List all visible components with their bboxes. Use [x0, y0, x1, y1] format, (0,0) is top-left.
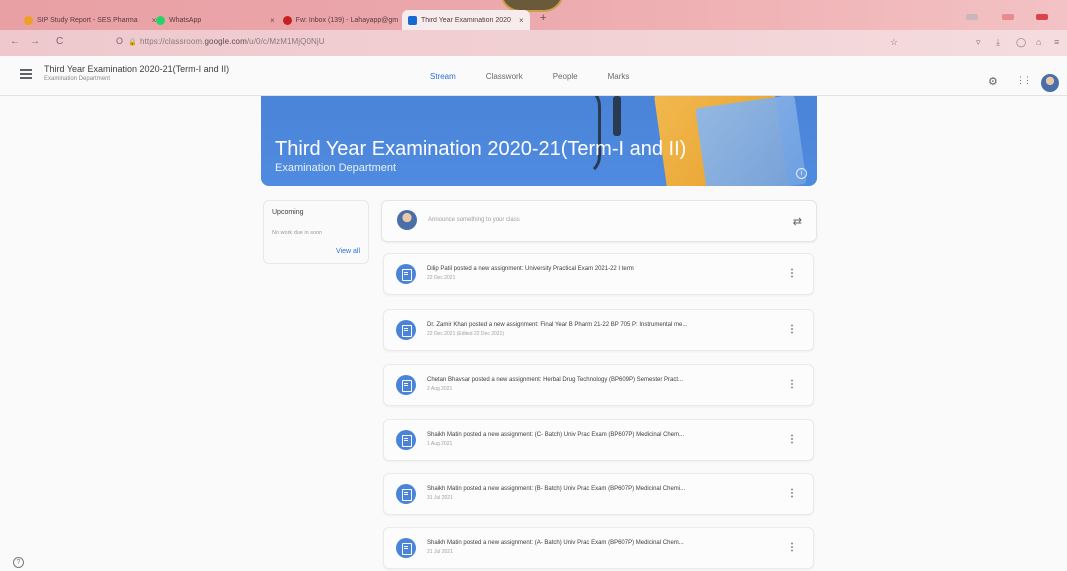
- browser-tab-whatsapp[interactable]: WhatsApp: [150, 10, 207, 30]
- back-icon[interactable]: ←: [10, 36, 20, 47]
- post-date: 21 Jul 2021: [427, 549, 453, 555]
- tab-label: Third Year Examination 2020-21: [421, 16, 511, 24]
- extensions-icon[interactable]: ⌂: [1036, 37, 1041, 47]
- post-text[interactable]: Shaikh Matin posted a new assignment: (B…: [427, 486, 685, 492]
- more-options-icon[interactable]: ⋮: [787, 268, 797, 279]
- app-menu-icon[interactable]: ≡: [1054, 37, 1059, 47]
- maximize-icon[interactable]: [1002, 14, 1014, 20]
- stream-post[interactable]: Chetan Bhavsar posted a new assignment: …: [383, 364, 814, 406]
- browser-tab-classroom[interactable]: Third Year Examination 2020-21 ×: [402, 10, 530, 30]
- stream-post[interactable]: Dilip Patil posted a new assignment: Uni…: [383, 253, 814, 295]
- view-all-link[interactable]: View all: [336, 248, 360, 255]
- apps-grid-icon[interactable]: ⋮⋮: [1016, 75, 1032, 86]
- tab-people[interactable]: People: [553, 72, 578, 81]
- assignment-icon: [396, 264, 416, 284]
- lock-icon[interactable]: 🔒: [128, 38, 137, 46]
- whatsapp-icon: [156, 15, 165, 25]
- more-options-icon[interactable]: ⋮: [787, 434, 797, 445]
- tab-close-icon[interactable]: ×: [519, 16, 524, 25]
- classroom-icon: [408, 15, 417, 25]
- assignment-icon: [396, 320, 416, 340]
- banner-plug-illustration: [613, 96, 621, 136]
- tab-marks[interactable]: Marks: [608, 72, 630, 81]
- browser-nav-bar: ← → C O 🔒 https://classroom.google.com/u…: [0, 30, 1067, 56]
- settings-icon[interactable]: ⚙: [988, 75, 998, 88]
- more-options-icon[interactable]: ⋮: [787, 324, 797, 335]
- url-path: /u/0/c/MzM1MjQ0NjU: [246, 37, 325, 46]
- bookmark-star-icon[interactable]: ☆: [890, 37, 898, 48]
- upcoming-heading: Upcoming: [272, 209, 304, 216]
- post-text[interactable]: Dr. Zamir Khan posted a new assignment: …: [427, 322, 687, 328]
- tab-label: SIP Study Report - SES Pharma: [37, 16, 138, 24]
- stream-post[interactable]: Shaikh Matin posted a new assignment: (B…: [383, 473, 814, 515]
- url-domain: google.com: [204, 37, 247, 46]
- class-subtitle: Examination Department: [44, 76, 111, 82]
- upcoming-card: Upcoming No work due in soon View all: [263, 200, 369, 264]
- user-avatar: [397, 210, 417, 230]
- new-tab-button[interactable]: +: [540, 12, 546, 24]
- post-date: 1 Aug 2021: [427, 441, 453, 447]
- more-options-icon[interactable]: ⋮: [787, 542, 797, 553]
- tab-close-icon[interactable]: ×: [270, 16, 275, 25]
- account-avatar[interactable]: [1041, 74, 1059, 92]
- assignment-icon: [396, 375, 416, 395]
- banner-cable-illustration: [561, 96, 601, 176]
- post-date: 22 Dec 2021 (Edited 22 Dec 2021): [427, 331, 504, 337]
- browser-tab-sip-report[interactable]: SIP Study Report - SES Pharma ×: [18, 10, 162, 30]
- pocket-icon[interactable]: ▿: [976, 37, 981, 48]
- more-options-icon[interactable]: ⋮: [787, 488, 797, 499]
- post-text[interactable]: Dilip Patil posted a new assignment: Uni…: [427, 266, 634, 272]
- main-menu-icon[interactable]: [20, 69, 32, 79]
- browser-tab-strip: SIP Study Report - SES Pharma × WhatsApp…: [0, 0, 1067, 30]
- class-banner: Third Year Examination 2020-21(Term-I an…: [261, 96, 817, 186]
- banner-subtitle: Examination Department: [275, 162, 397, 174]
- repost-icon[interactable]: ⇄: [793, 215, 802, 228]
- assignment-icon: [396, 484, 416, 504]
- stream-post[interactable]: Shaikh Matin posted a new assignment: (A…: [383, 527, 814, 569]
- banner-title: Third Year Examination 2020-21(Term-I an…: [275, 138, 687, 160]
- browser-tab-inbox[interactable]: × Fw: Inbox (139) - Lahayapp@gm: [264, 10, 404, 30]
- shield-icon[interactable]: O: [116, 36, 123, 46]
- post-date: 22 Dec 2021: [427, 275, 456, 281]
- class-tabs: Stream Classwork People Marks: [424, 72, 659, 99]
- download-icon[interactable]: ⤓: [996, 37, 1000, 48]
- help-icon[interactable]: ?: [13, 557, 24, 568]
- post-text[interactable]: Shaikh Matin posted a new assignment: (A…: [427, 540, 684, 546]
- minimize-icon[interactable]: [966, 14, 978, 20]
- reload-icon[interactable]: C: [56, 36, 63, 47]
- assignment-icon: [396, 538, 416, 558]
- tab-classwork[interactable]: Classwork: [486, 72, 523, 81]
- tab-favicon-icon: [24, 15, 33, 25]
- stream-post[interactable]: Shaikh Matin posted a new assignment: (C…: [383, 419, 814, 461]
- close-window-icon[interactable]: [1036, 14, 1048, 20]
- classroom-header: Third Year Examination 2020-21(Term-I an…: [0, 56, 1067, 99]
- address-bar[interactable]: https://classroom.google.com/u/0/c/MzM1M…: [140, 37, 325, 46]
- account-icon[interactable]: ◯: [1016, 37, 1026, 48]
- announce-placeholder[interactable]: Announce something to your class: [428, 217, 520, 223]
- forward-icon[interactable]: →: [30, 36, 40, 47]
- post-date: 2 Aug 2021: [427, 386, 453, 392]
- post-date: 31 Jul 2021: [427, 495, 453, 501]
- announce-box[interactable]: Announce something to your class ⇄: [381, 200, 817, 242]
- url-prefix: https://classroom.: [140, 37, 205, 46]
- tab-label: Fw: Inbox (139) - Lahayapp@gm: [295, 16, 399, 24]
- post-text[interactable]: Shaikh Matin posted a new assignment: (C…: [427, 432, 684, 438]
- assignment-icon: [396, 430, 416, 450]
- class-title[interactable]: Third Year Examination 2020-21(Term-I an…: [44, 64, 229, 74]
- more-options-icon[interactable]: ⋮: [787, 379, 797, 390]
- tab-stream[interactable]: Stream: [424, 72, 462, 99]
- upcoming-empty-text: No work due in soon: [272, 230, 323, 236]
- banner-book-illustration: [695, 96, 807, 186]
- stream-post[interactable]: Dr. Zamir Khan posted a new assignment: …: [383, 309, 814, 351]
- post-text[interactable]: Chetan Bhavsar posted a new assignment: …: [427, 377, 683, 383]
- mail-icon: [282, 15, 292, 25]
- class-info-icon[interactable]: i: [796, 168, 807, 179]
- tab-label: WhatsApp: [169, 16, 202, 24]
